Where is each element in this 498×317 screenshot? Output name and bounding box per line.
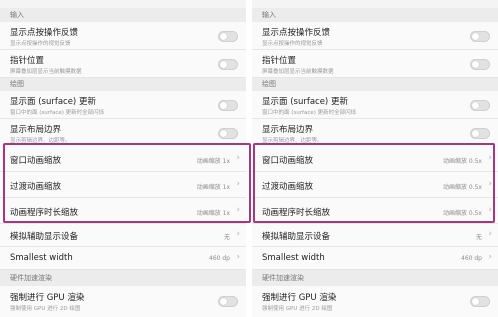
setting-surface-updates[interactable]: 显示面 (surface) 更新 窗口中的面 (surface) 更新时全部闪烁	[252, 91, 498, 119]
toggle-switch[interactable]	[470, 296, 490, 307]
setting-title: 强制进行 GPU 渲染	[10, 293, 85, 303]
setting-title: 显示面 (surface) 更新	[262, 97, 348, 107]
section-header-hw-rendering: 硬件加速渲染	[0, 270, 246, 286]
toggle-knob	[472, 102, 479, 109]
setting-pointer-location[interactable]: 指针位置 屏幕叠加层显示当前触摸数据	[0, 50, 246, 78]
toggle-switch[interactable]	[218, 100, 238, 111]
toggle-knob	[472, 298, 479, 305]
setting-surface-updates[interactable]: 显示面 (surface) 更新 窗口中的面 (surface) 更新时全部闪烁	[0, 91, 246, 119]
setting-subtitle: 屏幕叠加层显示当前触摸数据	[10, 69, 82, 75]
setting-value: 460 dp	[209, 255, 230, 262]
toggle-switch[interactable]	[218, 31, 238, 42]
toggle-knob	[220, 102, 227, 109]
setting-title: 模拟辅助显示设备	[10, 232, 79, 242]
setting-value: 无	[475, 234, 482, 241]
setting-title: 显示布局边界	[262, 125, 314, 135]
setting-smallest-width[interactable]: Smallest width 460 dp ›	[252, 247, 498, 270]
chevron-right-icon: ›	[488, 229, 492, 239]
toggle-switch[interactable]	[218, 296, 238, 307]
setting-title: 指针位置	[10, 56, 45, 66]
setting-title: 指针位置	[262, 56, 297, 66]
setting-title: 显示点按操作反馈	[10, 28, 79, 38]
setting-force-gpu-rendering[interactable]: 强制进行 GPU 渲染 强制使用 GPU 进行 2D 绘图	[252, 286, 498, 317]
setting-force-gpu-rendering[interactable]: 强制进行 GPU 渲染 强制使用 GPU 进行 2D 绘图	[0, 286, 246, 317]
setting-subtitle: 屏幕叠加层显示当前触摸数据	[262, 69, 334, 75]
toggle-switch[interactable]	[218, 59, 238, 70]
setting-subtitle: 窗口中的面 (surface) 更新时全部闪烁	[262, 110, 357, 116]
setting-title: 显示面 (surface) 更新	[10, 97, 96, 107]
setting-title: 模拟辅助显示设备	[262, 232, 331, 242]
settings-panel-after: 输入 显示点按操作反馈 显示点按操作的视觉反馈 指针位置 屏幕叠加层显示当前触摸…	[252, 0, 498, 317]
toggle-switch[interactable]	[470, 31, 490, 42]
settings-panel-before: 输入 显示点按操作反馈 显示点按操作的视觉反馈 指针位置 屏幕叠加层显示当前触摸…	[0, 0, 251, 317]
setting-subtitle: 显示点按操作的视觉反馈	[262, 41, 323, 47]
toggle-knob	[472, 61, 479, 68]
setting-show-taps[interactable]: 显示点按操作反馈 显示点按操作的视觉反馈	[0, 22, 246, 50]
chevron-right-icon: ›	[236, 229, 240, 239]
chevron-right-icon: ›	[488, 252, 492, 262]
setting-simulate-secondary-display[interactable]: 模拟辅助显示设备 无 ›	[0, 224, 246, 247]
toggle-knob	[220, 61, 227, 68]
toggle-knob	[472, 130, 479, 137]
setting-smallest-width[interactable]: Smallest width 460 dp ›	[0, 247, 246, 270]
setting-subtitle: 窗口中的面 (surface) 更新时全部闪烁	[10, 110, 105, 116]
setting-title: 强制进行 GPU 渲染	[262, 293, 337, 303]
toggle-switch[interactable]	[470, 59, 490, 70]
toggle-switch[interactable]	[470, 128, 490, 139]
setting-subtitle: 强制使用 GPU 进行 2D 绘图	[10, 306, 81, 312]
setting-title: Smallest width	[262, 253, 325, 263]
setting-subtitle: 显示点按操作的视觉反馈	[10, 41, 71, 47]
section-header-input: 输入	[252, 8, 498, 22]
setting-title: 显示点按操作反馈	[262, 28, 331, 38]
toggle-switch[interactable]	[470, 100, 490, 111]
setting-simulate-secondary-display[interactable]: 模拟辅助显示设备 无 ›	[252, 224, 498, 247]
section-header-input: 输入	[0, 8, 246, 22]
toggle-knob	[472, 33, 479, 40]
toggle-knob	[220, 130, 227, 137]
toggle-knob	[220, 298, 227, 305]
highlight-box	[253, 143, 495, 223]
setting-subtitle: 强制使用 GPU 进行 2D 绘图	[262, 306, 333, 312]
chevron-right-icon: ›	[236, 252, 240, 262]
toggle-switch[interactable]	[218, 128, 238, 139]
setting-pointer-location[interactable]: 指针位置 屏幕叠加层显示当前触摸数据	[252, 50, 498, 78]
setting-value: 460 dp	[461, 255, 482, 262]
section-header-drawing: 绘图	[0, 78, 246, 91]
setting-value: 无	[223, 234, 230, 241]
section-header-hw-rendering: 硬件加速渲染	[252, 270, 498, 286]
toggle-knob	[220, 33, 227, 40]
setting-show-taps[interactable]: 显示点按操作反馈 显示点按操作的视觉反馈	[252, 22, 498, 50]
setting-title: Smallest width	[10, 253, 73, 263]
section-header-drawing: 绘图	[252, 78, 498, 91]
setting-title: 显示布局边界	[10, 125, 62, 135]
highlight-box	[3, 143, 251, 223]
